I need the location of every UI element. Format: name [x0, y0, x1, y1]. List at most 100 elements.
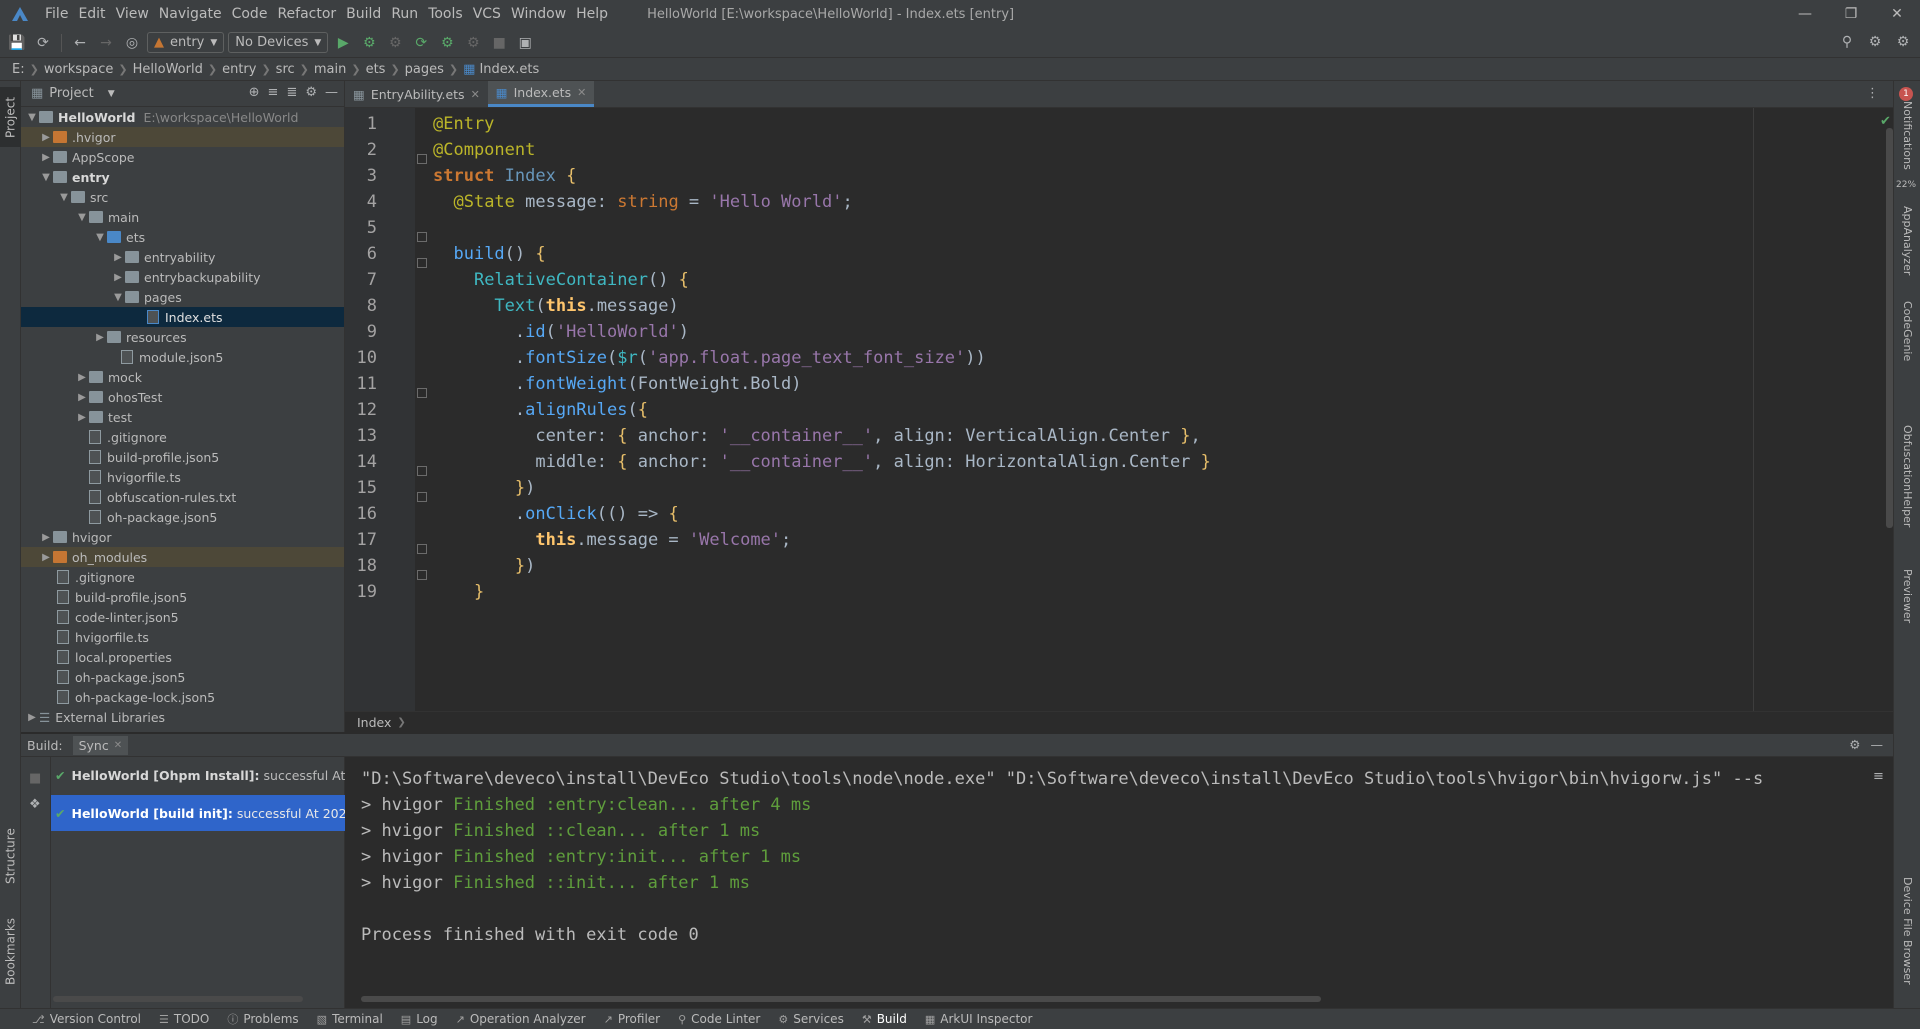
tree-item[interactable]: .gitignore — [21, 427, 344, 447]
apply-changes-icon[interactable]: ⟳ — [410, 32, 432, 54]
stop-icon[interactable]: ■ — [29, 771, 41, 786]
locate-icon[interactable]: ⊕ — [249, 85, 260, 100]
tree-item[interactable]: ▶ AppScope — [21, 147, 344, 167]
tree-item-selected[interactable]: Index.ets — [21, 307, 344, 327]
project-tool-tab[interactable]: Project — [0, 87, 21, 147]
status-terminal[interactable]: ▧ Terminal — [317, 1012, 383, 1026]
build-task-row-selected[interactable]: ✔ HelloWorld [build init]: successful At… — [51, 795, 345, 831]
search-icon[interactable]: ⚲ — [1836, 31, 1858, 53]
chevron-right-icon[interactable]: ▶ — [111, 252, 125, 263]
status-log[interactable]: ▤ Log — [401, 1012, 438, 1026]
status-build[interactable]: ⚒ Build — [862, 1012, 907, 1026]
debug-icon[interactable]: ⚙ — [358, 32, 380, 54]
build-tasks-scrollbar[interactable] — [53, 996, 303, 1002]
close-icon[interactable]: ✕ — [577, 86, 586, 99]
menu-vcs[interactable]: VCS — [468, 6, 506, 22]
code-breadcrumb-item[interactable]: Index — [357, 715, 391, 730]
chevron-down-icon[interactable]: ▼ — [111, 292, 125, 303]
fold-marker-icon[interactable] — [417, 492, 427, 502]
fold-marker-icon[interactable] — [417, 544, 427, 554]
tree-item[interactable]: ▼ entry — [21, 167, 344, 187]
settings-icon[interactable]: ⚙ — [1864, 31, 1886, 53]
tree-item[interactable]: ▶ test — [21, 407, 344, 427]
module-selector[interactable]: ▲ entry ▼ — [147, 32, 225, 53]
tree-item[interactable]: ▶ .hvigor — [21, 127, 344, 147]
status-services[interactable]: ⚙ Services — [778, 1012, 843, 1026]
console-scrollbar[interactable] — [361, 996, 1321, 1002]
status-profiler[interactable]: ↗ Profiler — [604, 1012, 660, 1026]
chevron-down-icon[interactable]: ▼ — [39, 172, 53, 183]
tree-item[interactable]: ▼ ets — [21, 227, 344, 247]
fold-marker-icon[interactable] — [417, 232, 427, 242]
tree-item[interactable]: code-linter.json5 — [21, 607, 344, 627]
tree-item[interactable]: ▶ hvigor — [21, 527, 344, 547]
chevron-right-icon[interactable]: ▶ — [75, 372, 89, 383]
status-version-control[interactable]: ⎇ Version Control — [32, 1012, 141, 1026]
breadcrumb-ets[interactable]: ets — [366, 62, 386, 77]
sync-icon[interactable]: ⟳ — [32, 32, 54, 54]
build-task-row[interactable]: ✔ HelloWorld [Ohpm Install]: successful … — [51, 762, 345, 788]
project-view-selector[interactable]: Project — [49, 86, 93, 101]
menu-help[interactable]: Help — [571, 6, 613, 22]
device-selector[interactable]: No Devices ▼ — [228, 32, 329, 53]
chevron-down-icon[interactable]: ▼ — [57, 192, 71, 203]
menu-view[interactable]: View — [111, 6, 154, 22]
tree-item[interactable]: ▼ src — [21, 187, 344, 207]
tree-item[interactable]: ▼ main — [21, 207, 344, 227]
stop-icon[interactable]: ■ — [488, 32, 510, 54]
forward-icon[interactable]: → — [95, 32, 117, 54]
editor-scrollbar[interactable] — [1886, 128, 1893, 528]
bookmarks-tool-tab[interactable]: Bookmarks — [0, 911, 21, 991]
obfuscationhelper-tool-tab[interactable]: ObfuscationHelper — [1894, 411, 1920, 541]
hide-icon[interactable]: — — [1871, 737, 1884, 752]
expand-all-icon[interactable]: ≡ — [268, 85, 279, 100]
tree-item[interactable]: ▶ entrybackupability — [21, 267, 344, 287]
menu-code[interactable]: Code — [227, 6, 273, 22]
breadcrumb-main[interactable]: main — [314, 62, 346, 77]
profiler-run-icon[interactable]: ⚙ — [462, 32, 484, 54]
menu-edit[interactable]: Edit — [73, 6, 110, 22]
tree-item[interactable]: module.json5 — [21, 347, 344, 367]
previewer-tool-tab[interactable]: Previewer — [1894, 561, 1920, 631]
breadcrumb-project[interactable]: HelloWorld — [133, 62, 203, 77]
gear-icon[interactable]: ⚙ — [305, 85, 317, 100]
breadcrumb-file[interactable]: Index.ets — [479, 62, 539, 77]
tree-item[interactable]: oh-package.json5 — [21, 667, 344, 687]
tree-root[interactable]: ▼ HelloWorld E:\workspace\HelloWorld — [21, 107, 344, 127]
close-icon[interactable]: ✕ — [471, 88, 480, 101]
menu-tools[interactable]: Tools — [423, 6, 468, 22]
tree-item[interactable]: ▶ ohosTest — [21, 387, 344, 407]
tree-item[interactable]: .gitignore — [21, 567, 344, 587]
menu-build[interactable]: Build — [341, 6, 386, 22]
fold-marker-icon[interactable] — [417, 388, 427, 398]
breadcrumb-src[interactable]: src — [276, 62, 295, 77]
apply-code-changes-icon[interactable]: ⚙ — [436, 32, 458, 54]
device-manager-icon[interactable]: ▣ — [514, 32, 536, 54]
status-code-linter[interactable]: ⚲ Code Linter — [678, 1012, 760, 1026]
tree-item[interactable]: oh-package.json5 — [21, 507, 344, 527]
menu-run[interactable]: Run — [386, 6, 423, 22]
tree-item[interactable]: ▶ mock — [21, 367, 344, 387]
back-icon[interactable]: ← — [69, 32, 91, 54]
notifications-tool-tab[interactable]: Notifications — [1894, 101, 1920, 170]
tree-item[interactable]: local.properties — [21, 647, 344, 667]
chevron-right-icon[interactable]: ▶ — [39, 552, 53, 563]
hide-icon[interactable]: — — [325, 85, 338, 100]
tree-item[interactable]: ▼ pages — [21, 287, 344, 307]
minimize-icon[interactable]: — — [1782, 0, 1828, 28]
tree-item[interactable]: ▶ ☰ External Libraries — [21, 707, 344, 727]
appanalyzer-tool-tab[interactable]: AppAnalyzer — [1894, 201, 1920, 281]
gear-icon[interactable]: ⚙ — [1849, 737, 1860, 752]
restore-icon[interactable]: ❐ — [1828, 0, 1874, 28]
breadcrumb-pages[interactable]: pages — [405, 62, 444, 77]
collapse-all-icon[interactable]: ≣ — [286, 85, 297, 100]
menu-window[interactable]: Window — [506, 6, 571, 22]
more-icon[interactable]: ⋮ — [1866, 86, 1879, 101]
chevron-right-icon[interactable]: ▶ — [39, 132, 53, 143]
device-file-browser-tool-tab[interactable]: Device File Browser — [1894, 871, 1920, 991]
fold-marker-icon[interactable] — [417, 466, 427, 476]
menu-refactor[interactable]: Refactor — [272, 6, 341, 22]
fold-marker-icon[interactable] — [417, 258, 427, 268]
plugin-icon[interactable]: ⚙ — [1892, 31, 1914, 53]
pin-icon[interactable]: ❖ — [29, 797, 41, 812]
